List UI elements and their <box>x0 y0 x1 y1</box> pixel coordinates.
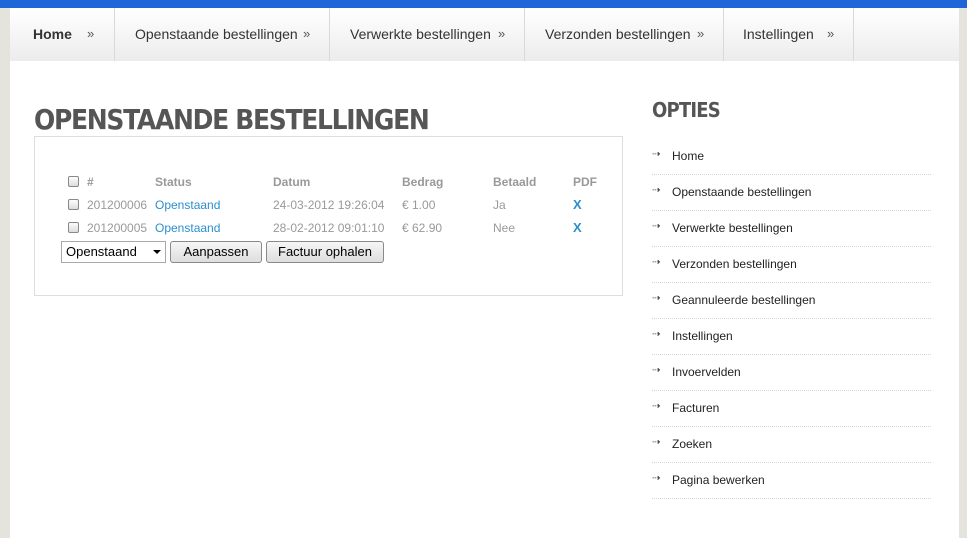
order-number: 201200006 <box>87 198 148 212</box>
order-paid: Ja <box>493 198 506 212</box>
chevron-right-icon: » <box>697 26 705 41</box>
column-header-amount: Bedrag <box>402 175 444 189</box>
order-date: 24-03-2012 19:26:04 <box>273 198 385 212</box>
order-date: 28-02-2012 09:01:10 <box>273 221 385 235</box>
nav-item-instellingen[interactable]: Instellingen » <box>724 8 854 61</box>
top-accent-bar <box>0 0 967 8</box>
nav-item-verwerkte-bestellingen[interactable]: Verwerkte bestellingen » <box>330 8 525 61</box>
sidebar-item-zoeken[interactable]: ⇢ Zoeken <box>652 427 931 463</box>
sidebar-item-instellingen[interactable]: ⇢ Instellingen <box>652 319 931 355</box>
arrow-right-icon: ⇢ <box>652 329 661 340</box>
nav-item-label: Verwerkte bestellingen <box>350 26 491 42</box>
orders-panel: # Status Datum Bedrag Betaald PDF 201200… <box>34 136 623 296</box>
sidebar-item-label: Verwerkte bestellingen <box>672 221 793 235</box>
arrow-right-icon: ⇢ <box>652 473 661 484</box>
sidebar-item-invoervelden[interactable]: ⇢ Invoervelden <box>652 355 931 391</box>
arrow-right-icon: ⇢ <box>652 365 661 376</box>
sidebar-item-label: Instellingen <box>672 329 733 343</box>
adjust-button[interactable]: Aanpassen <box>170 241 262 263</box>
nav-item-label: Home <box>33 26 72 42</box>
page-title: OPENSTAANDE BESTELLINGEN <box>34 103 430 136</box>
arrow-right-icon: ⇢ <box>652 437 661 448</box>
status-select[interactable]: Openstaand <box>61 241 166 263</box>
nav-item-label: Openstaande bestellingen <box>135 26 298 42</box>
chevron-right-icon: » <box>87 26 95 41</box>
sidebar-item-label: Geannuleerde bestellingen <box>672 293 816 307</box>
row-checkbox[interactable] <box>68 222 79 233</box>
arrow-right-icon: ⇢ <box>652 185 661 196</box>
arrow-right-icon: ⇢ <box>652 149 661 160</box>
sidebar-item-geannuleerde-bestellingen[interactable]: ⇢ Geannuleerde bestellingen <box>652 283 931 319</box>
chevron-down-icon <box>153 250 161 254</box>
row-checkbox[interactable] <box>68 199 79 210</box>
arrow-right-icon: ⇢ <box>652 257 661 268</box>
nav-item-verzonden-bestellingen[interactable]: Verzonden bestellingen » <box>525 8 724 61</box>
order-number: 201200005 <box>87 221 148 235</box>
chevron-right-icon: » <box>303 26 311 41</box>
pdf-link[interactable]: X <box>573 220 582 235</box>
column-header-date: Datum <box>273 175 311 189</box>
pdf-link[interactable]: X <box>573 197 582 212</box>
sidebar-item-label: Verzonden bestellingen <box>672 257 797 271</box>
arrow-right-icon: ⇢ <box>652 293 661 304</box>
page-content: OPENSTAANDE BESTELLINGEN # Status Datum … <box>10 61 959 538</box>
sidebar-item-openstaande-bestellingen[interactable]: ⇢ Openstaande bestellingen <box>652 175 931 211</box>
column-header-status: Status <box>155 175 192 189</box>
sidebar-item-verzonden-bestellingen[interactable]: ⇢ Verzonden bestellingen <box>652 247 931 283</box>
nav-item-label: Verzonden bestellingen <box>545 26 691 42</box>
column-header-number: # <box>87 175 94 189</box>
sidebar-item-pagina-bewerken[interactable]: ⇢ Pagina bewerken <box>652 463 931 499</box>
sidebar-item-label: Zoeken <box>672 437 713 451</box>
sidebar-item-label: Invoervelden <box>672 365 741 379</box>
arrow-right-icon: ⇢ <box>652 401 661 412</box>
sidebar-item-label: Facturen <box>672 401 720 415</box>
order-status-link[interactable]: Openstaand <box>155 198 220 212</box>
status-select-value: Openstaand <box>66 244 137 259</box>
order-paid: Nee <box>493 221 516 235</box>
sidebar-item-label: Pagina bewerken <box>672 473 765 487</box>
sidebar-item-verwerkte-bestellingen[interactable]: ⇢ Verwerkte bestellingen <box>652 211 931 247</box>
nav-item-home[interactable]: Home » <box>10 8 115 61</box>
chevron-right-icon: » <box>498 26 506 41</box>
select-all-checkbox[interactable] <box>68 176 79 187</box>
sidebar-item-home[interactable]: ⇢ Home <box>652 139 931 175</box>
chevron-right-icon: » <box>827 26 835 41</box>
order-amount: € 62.90 <box>402 221 443 235</box>
arrow-right-icon: ⇢ <box>652 221 661 232</box>
main-navigation: Home » Openstaande bestellingen » Verwer… <box>10 8 959 62</box>
sidebar-item-label: Home <box>672 149 705 163</box>
column-header-pdf: PDF <box>573 175 597 189</box>
fetch-invoice-button[interactable]: Factuur ophalen <box>266 241 384 263</box>
order-amount: € 1.00 <box>402 198 436 212</box>
nav-item-openstaande-bestellingen[interactable]: Openstaande bestellingen » <box>115 8 330 61</box>
sidebar-item-facturen[interactable]: ⇢ Facturen <box>652 391 931 427</box>
nav-item-label: Instellingen <box>743 26 814 42</box>
column-header-paid: Betaald <box>493 175 537 189</box>
sidebar-item-label: Openstaande bestellingen <box>672 185 812 199</box>
order-status-link[interactable]: Openstaand <box>155 221 220 235</box>
sidebar-title: OPTIES <box>652 99 721 123</box>
